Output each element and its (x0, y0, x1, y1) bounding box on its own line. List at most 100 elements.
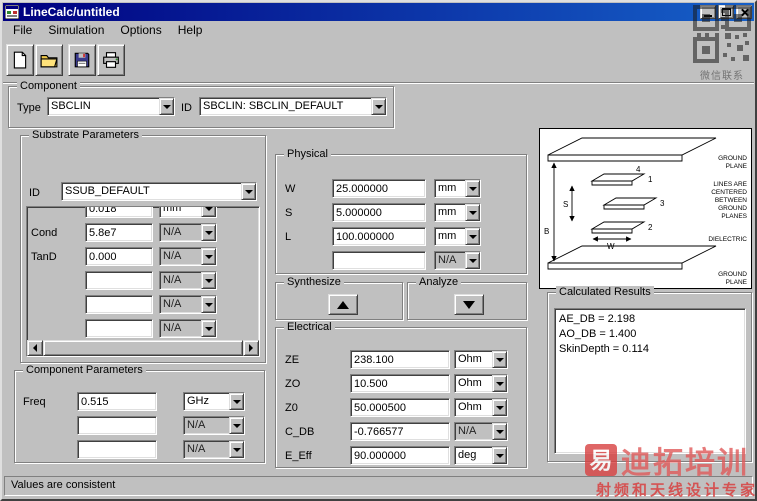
analyze-button[interactable] (454, 294, 484, 315)
dropdown-button[interactable] (229, 393, 244, 410)
substrate-horizontal-scrollbar[interactable] (27, 340, 259, 356)
substrate-row-3-unit-combo[interactable]: N/A (159, 271, 217, 290)
electrical-zo-input[interactable] (350, 374, 450, 393)
substrate-tand-unit-combo[interactable]: N/A (159, 247, 217, 266)
param-row-1-value-input[interactable] (77, 416, 157, 435)
electrical-zo-unit-combo[interactable]: Ohm (454, 374, 508, 393)
unit-value: GHz (187, 395, 209, 407)
dropdown-button[interactable] (201, 248, 216, 265)
chevron-down-icon (495, 453, 504, 458)
component-type-label: Type (17, 102, 41, 114)
unit-value: N/A (163, 322, 182, 334)
port-4-number: 4 (636, 165, 641, 174)
dropdown-button[interactable] (229, 441, 244, 458)
chevron-down-icon (495, 429, 504, 434)
unit-value: deg (458, 449, 477, 461)
substrate-row-3-value-input[interactable] (85, 271, 153, 290)
dropdown-button[interactable] (371, 98, 386, 115)
freq-unit-combo[interactable]: GHz (183, 392, 245, 411)
dropdown-button[interactable] (465, 204, 480, 221)
new-button[interactable] (6, 44, 34, 76)
electrical-cdb-input[interactable] (350, 422, 450, 441)
substrate-tand-value-input[interactable] (85, 247, 153, 266)
substrate-id-combo[interactable]: SSUB_DEFAULT (61, 182, 257, 201)
menu-simulation[interactable]: Simulation (40, 22, 112, 38)
dropdown-button[interactable] (492, 423, 507, 440)
param-row-2-value-input[interactable] (77, 440, 157, 459)
dropdown-button[interactable] (201, 224, 216, 241)
substrate-row-4-unit-combo[interactable]: N/A (159, 295, 217, 314)
electrical-cdb-unit-combo[interactable]: N/A (454, 422, 508, 441)
strip-line-1-edge (591, 180, 633, 186)
substrate-cond-value-input[interactable] (85, 223, 153, 242)
electrical-ze-input[interactable] (350, 350, 450, 369)
dropdown-button[interactable] (201, 296, 216, 313)
titlebar[interactable]: LineCalc/untitled (3, 3, 754, 21)
window-title: LineCalc/untitled (23, 5, 120, 19)
dropdown-button[interactable] (492, 447, 507, 464)
menubar: File Simulation Options Help (3, 21, 754, 38)
electrical-ze-unit-combo[interactable]: Ohm (454, 350, 508, 369)
electrical-z0-unit-combo[interactable]: Ohm (454, 398, 508, 417)
dropdown-button[interactable] (465, 228, 480, 245)
physical-l-unit-combo[interactable]: mm (434, 227, 481, 246)
substrate-row-0-unit-combo[interactable]: mm (159, 207, 217, 218)
scroll-left-button[interactable] (27, 340, 43, 356)
dropdown-button[interactable] (229, 417, 244, 434)
status-panel: Values are consistent (4, 476, 753, 496)
dropdown-button[interactable] (201, 320, 216, 337)
dropdown-button[interactable] (465, 180, 480, 197)
dropdown-button[interactable] (492, 375, 507, 392)
electrical-eeff-unit-combo[interactable]: deg (454, 446, 508, 465)
menu-help[interactable]: Help (170, 22, 211, 38)
substrate-cond-unit-combo[interactable]: N/A (159, 223, 217, 242)
electrical-eeff-input[interactable] (350, 446, 450, 465)
save-button[interactable] (68, 44, 96, 76)
menu-file[interactable]: File (5, 22, 40, 38)
chevron-down-icon (232, 447, 241, 452)
centered-note-line2: CENTERED (711, 189, 747, 196)
component-type-combo[interactable]: SBCLIN (47, 97, 175, 116)
freq-value-input[interactable] (77, 392, 157, 411)
print-button[interactable] (97, 44, 125, 76)
substrate-row-0-value-input[interactable] (85, 207, 153, 218)
dropdown-button[interactable] (201, 207, 216, 217)
dropdown-button[interactable] (492, 351, 507, 368)
component-id-value: SBCLIN: SBCLIN_DEFAULT (203, 100, 344, 112)
param-row-1-unit-combo[interactable]: N/A (183, 416, 245, 435)
param-row-2-unit-combo[interactable]: N/A (183, 440, 245, 459)
minimize-button[interactable] (700, 5, 716, 19)
substrate-row-4-value-input[interactable] (85, 295, 153, 314)
physical-w-input[interactable] (332, 179, 426, 198)
scroll-right-button[interactable] (243, 340, 259, 356)
physical-w-unit-combo[interactable]: mm (434, 179, 481, 198)
electrical-z0-input[interactable] (350, 398, 450, 417)
dropdown-button[interactable] (492, 399, 507, 416)
physical-l-input[interactable] (332, 227, 426, 246)
physical-s-input[interactable] (332, 203, 426, 222)
dropdown-button[interactable] (465, 252, 480, 269)
component-id-combo[interactable]: SBCLIN: SBCLIN_DEFAULT (199, 97, 387, 116)
bottom-ground-plane-caption-line2: PLANE (726, 279, 748, 286)
physical-row-3-unit-combo[interactable]: N/A (434, 251, 481, 270)
dropdown-button[interactable] (201, 272, 216, 289)
substrate-cond-label: Cond (31, 227, 58, 239)
maximize-button[interactable] (718, 5, 734, 19)
arrow-up-icon (337, 300, 349, 309)
physical-group-label: Physical (284, 148, 331, 161)
electrical-eeff-label: E_Eff (285, 450, 312, 462)
dropdown-button[interactable] (241, 183, 256, 200)
synthesize-group: Synthesize (275, 276, 403, 320)
scrollbar-thumb[interactable] (43, 340, 243, 356)
dropdown-button[interactable] (159, 98, 174, 115)
menu-options[interactable]: Options (112, 22, 169, 38)
substrate-row-5-value-input[interactable] (85, 319, 153, 338)
substrate-row-5-unit-combo[interactable]: N/A (159, 319, 217, 338)
physical-row-3-input[interactable] (332, 251, 426, 270)
synthesize-button[interactable] (328, 294, 358, 315)
physical-s-unit-combo[interactable]: mm (434, 203, 481, 222)
top-ground-plane (547, 137, 717, 156)
open-button[interactable] (35, 44, 63, 76)
close-button[interactable] (736, 5, 752, 19)
chevron-down-icon (232, 423, 241, 428)
